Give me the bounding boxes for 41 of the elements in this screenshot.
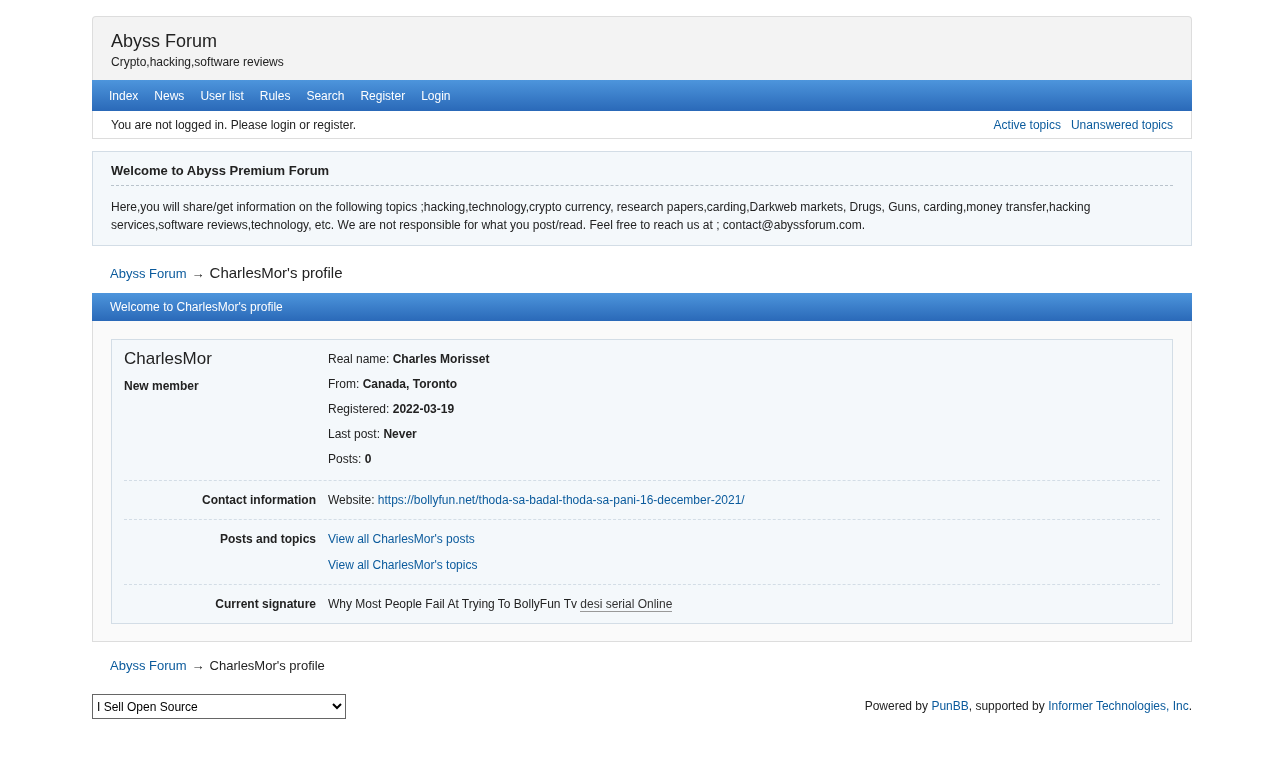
section-label: Contact information bbox=[201, 493, 316, 507]
announcement-text: Here,you will share/get information on the following topics ;hacking,technology,crypto currency, research papers,carding,Darkweb markets, Drugs, Guns, carding,money transfer,hacking services,software reviews,technology, etc. We are not responsible for what you post/read. Feel free to reach us at ; contact@abyssforum.com. bbox=[111, 199, 1092, 234]
section-label: Posts and topics bbox=[218, 532, 316, 548]
profile-field-text: From: Canada, Toronto bbox=[328, 377, 459, 391]
profile-link[interactable]: https://bollyfun.net/thoda-sa-badal-thoda-sa-pani-16-december-2021/ bbox=[377, 493, 745, 507]
profile-heading-bar: Welcome to CharlesMor's profile bbox=[92, 293, 1192, 321]
credit-link[interactable]: Informer Technologies, Inc bbox=[1048, 699, 1189, 713]
username: CharlesMor bbox=[124, 349, 213, 369]
website-text: Website: https://bollyfun.net/thoda-sa-badal-thoda-sa-pani-16-december-2021/ bbox=[328, 493, 746, 507]
nav-link[interactable]: News bbox=[146, 88, 193, 103]
nav-link[interactable]: User list bbox=[192, 88, 252, 103]
profile-field-text: Posts: 0 bbox=[328, 452, 373, 466]
announcement-title: Welcome to Abyss Premium Forum bbox=[111, 163, 1173, 186]
credit-link[interactable]: PunBB bbox=[931, 699, 969, 713]
breadcrumb-current: CharlesMor's profile bbox=[209, 658, 325, 673]
forum-title: Abyss Forum bbox=[111, 31, 219, 52]
breadcrumb-link[interactable]: Abyss Forum bbox=[110, 266, 187, 281]
breadcrumb-arrow: → bbox=[191, 658, 205, 673]
profile-field-text: Last post: Never bbox=[328, 427, 418, 441]
topics-link[interactable]: Unanswered topics bbox=[1070, 117, 1173, 132]
section-label: Current signature bbox=[214, 597, 316, 611]
profile-link[interactable]: View all CharlesMor's posts bbox=[328, 532, 475, 546]
nav-link[interactable]: Login bbox=[413, 88, 459, 103]
login-status-text: You are not logged in. Please login or register. bbox=[111, 117, 357, 132]
signature-text: Why Most People Fail At Trying To BollyFun Tv desi serial Online bbox=[328, 597, 674, 611]
powered-by-text: Powered by PunBB, supported by Informer Technologies, Inc. bbox=[864, 698, 1192, 713]
topics-link[interactable]: Active topics bbox=[993, 117, 1061, 132]
profile-field-text: Registered: 2022-03-19 bbox=[328, 402, 456, 416]
nav-link[interactable]: Search bbox=[298, 88, 353, 103]
nav-link[interactable]: Index bbox=[101, 88, 147, 103]
breadcrumb-arrow: → bbox=[191, 266, 205, 281]
signature-link[interactable]: desi serial Online bbox=[580, 597, 673, 612]
breadcrumb-current: CharlesMor's profile bbox=[209, 264, 343, 281]
profile-field-text: Real name: Charles Morisset bbox=[328, 352, 491, 366]
forum-subtitle: Crypto,hacking,software reviews bbox=[111, 55, 285, 69]
profile-link[interactable]: View all CharlesMor's topics bbox=[328, 558, 478, 572]
forum-jump-select[interactable]: I Sell Open Source bbox=[92, 694, 346, 719]
nav-link[interactable]: Register bbox=[352, 88, 414, 103]
user-rank: New member bbox=[124, 379, 200, 393]
breadcrumb-link[interactable]: Abyss Forum bbox=[110, 658, 187, 673]
nav-link[interactable]: Rules bbox=[251, 88, 299, 103]
